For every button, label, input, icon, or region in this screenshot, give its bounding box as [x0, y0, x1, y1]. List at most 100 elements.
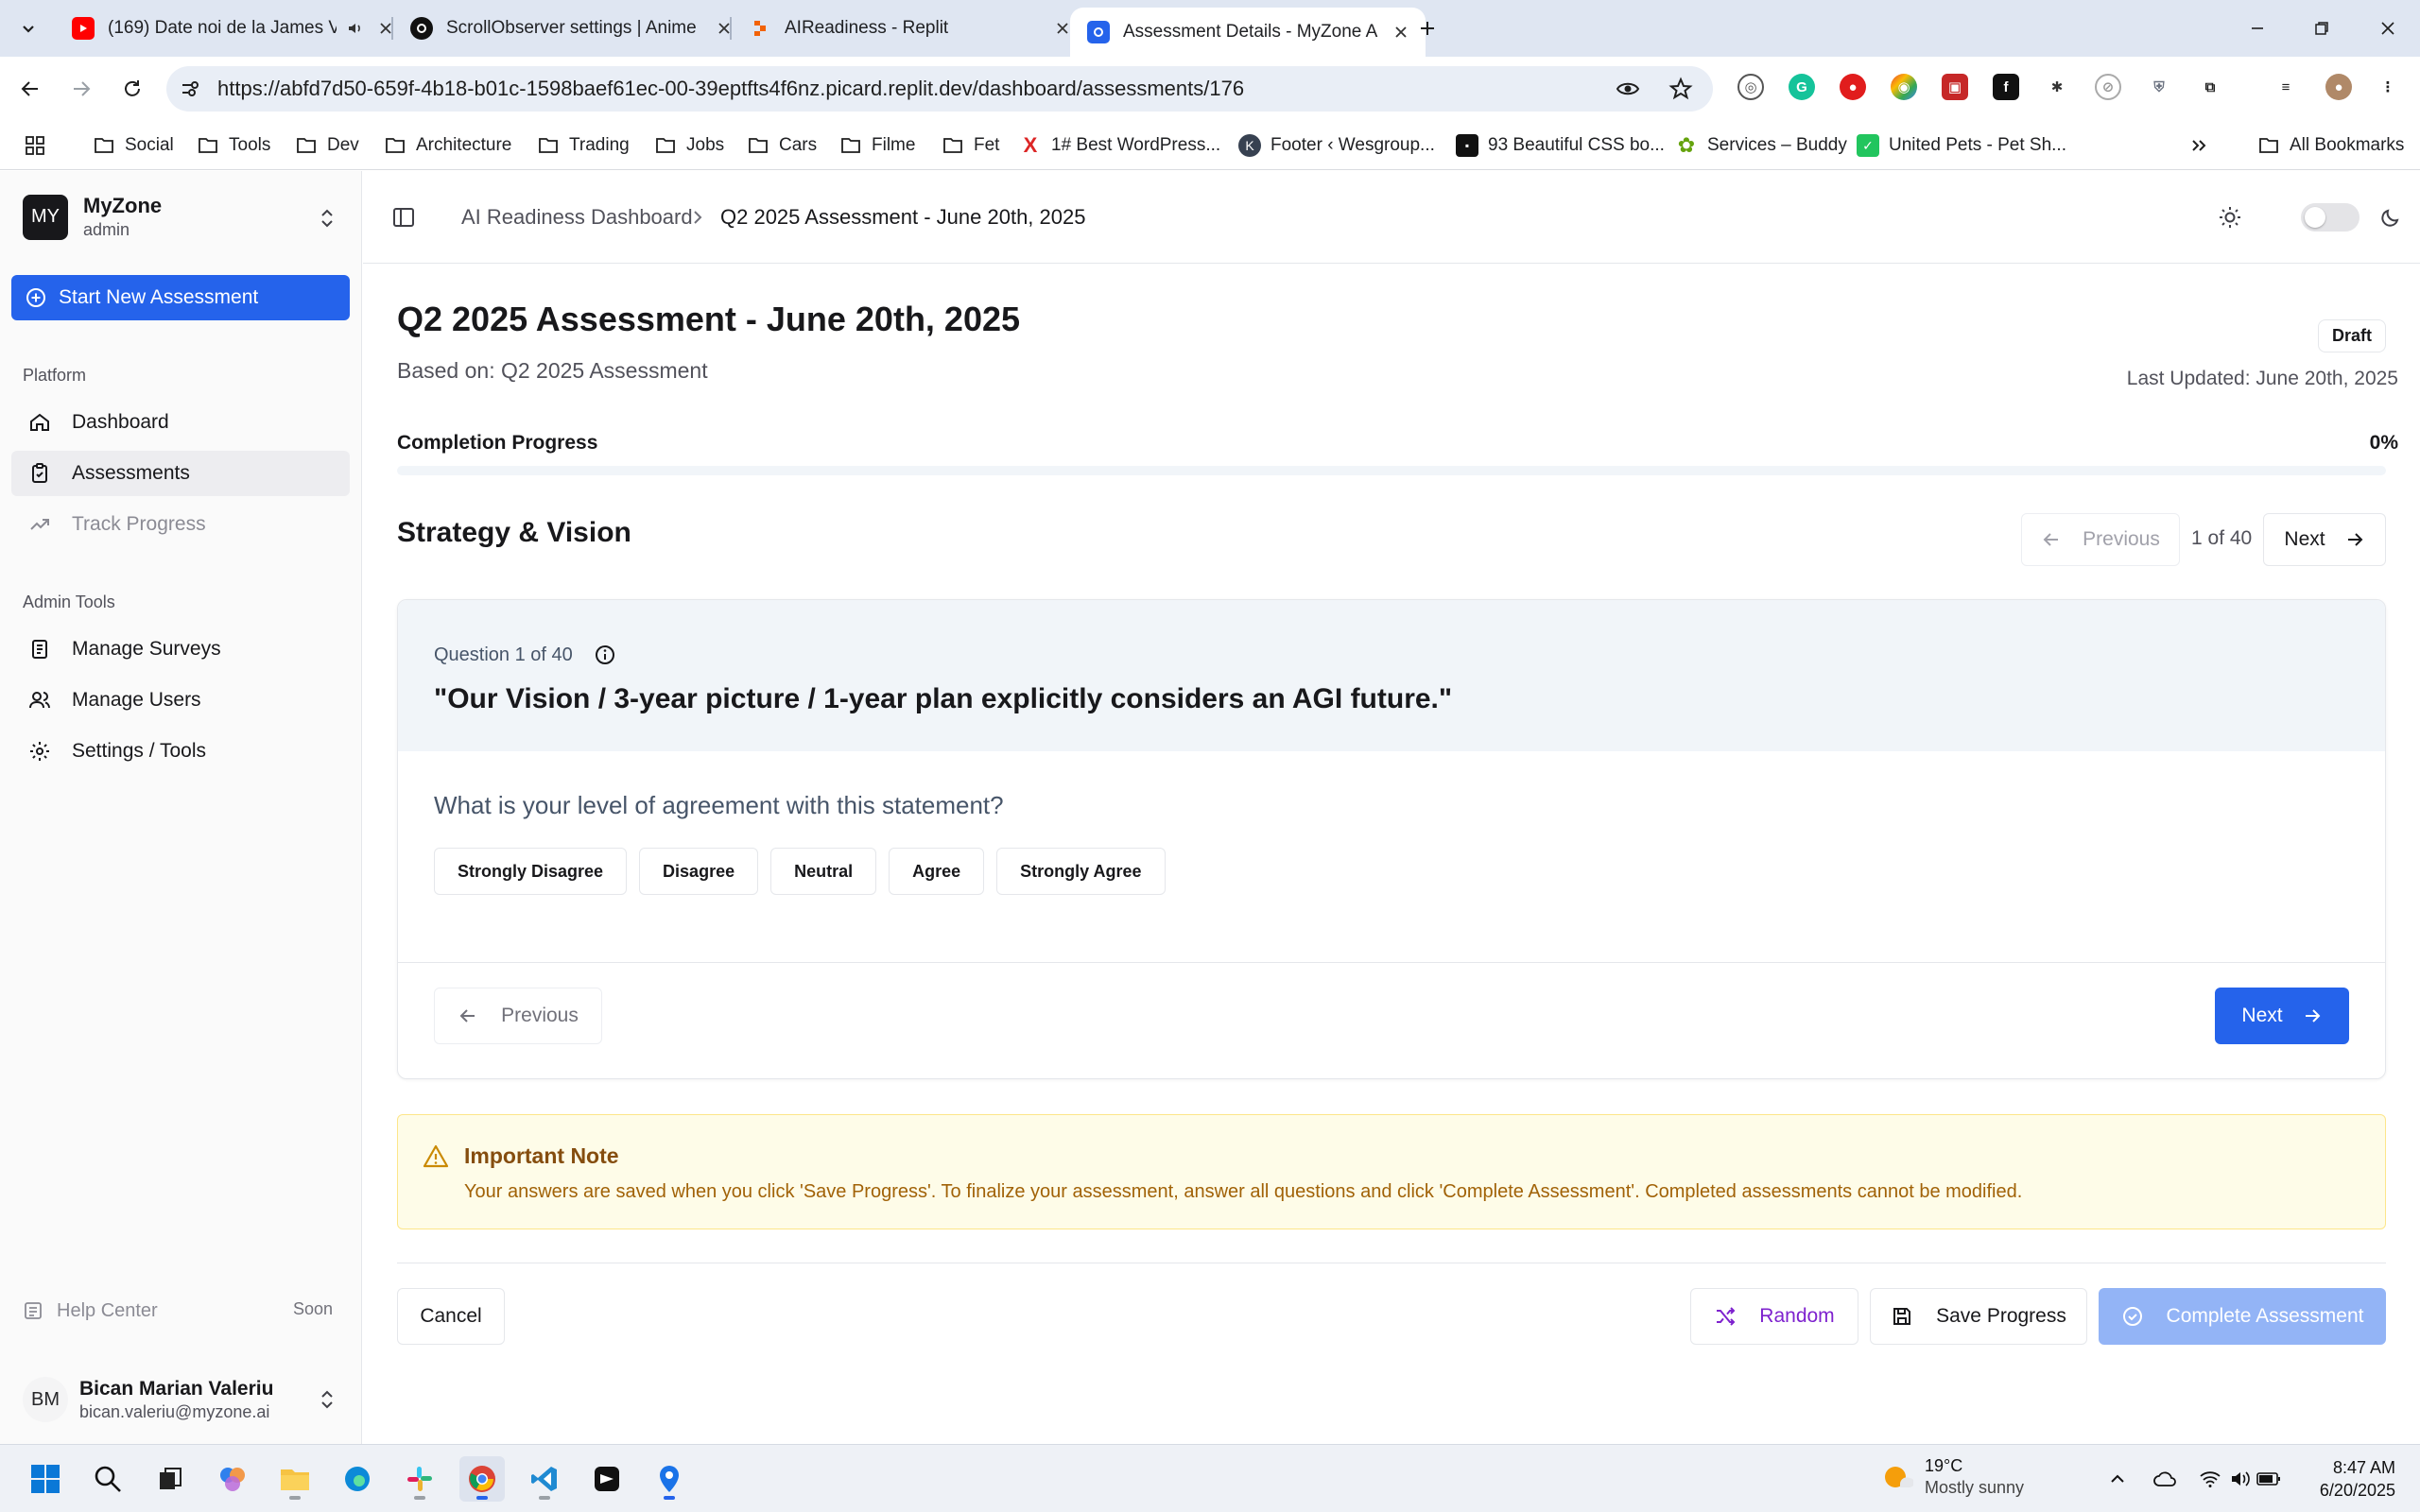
address-bar[interactable]: https://abfd7d50-659f-4b18-b01c-1598baef… [166, 66, 1713, 112]
forward-button[interactable] [64, 72, 98, 106]
question-next-button[interactable]: Next [2215, 988, 2349, 1044]
start-new-assessment-button[interactable]: Start New Assessment [11, 275, 350, 320]
cancel-button[interactable]: Cancel [397, 1288, 505, 1345]
folder-icon [654, 134, 677, 157]
vscode-icon[interactable] [522, 1456, 567, 1502]
pager-next-button[interactable]: Next [2263, 513, 2386, 566]
sidebar-item-track-progress[interactable]: Track Progress [11, 502, 350, 547]
volume-icon[interactable] [2227, 1466, 2254, 1492]
bug-icon[interactable]: ✱ [2044, 74, 2070, 100]
shield-icon[interactable]: ⛨ [2146, 74, 2172, 100]
tab-search-button[interactable] [13, 13, 43, 43]
bookmark-filme[interactable]: Filme [839, 130, 915, 161]
eye-icon[interactable] [1613, 74, 1643, 104]
slack-icon[interactable] [397, 1456, 442, 1502]
edge-icon[interactable] [335, 1456, 380, 1502]
sidebar-item-assessments[interactable]: Assessments [11, 451, 350, 496]
chevrons-up-down-icon[interactable] [316, 1388, 338, 1411]
bookmark-tools[interactable]: Tools [197, 130, 270, 161]
speaker-icon[interactable] [344, 17, 367, 40]
menu-dots-icon[interactable]: ⋮ [2375, 74, 2401, 100]
option-disagree[interactable]: Disagree [639, 848, 759, 895]
sidebar-item-dashboard[interactable]: Dashboard [11, 400, 350, 445]
star-icon[interactable] [1666, 74, 1696, 104]
sidebar-item-manage-users[interactable]: Manage Users [11, 678, 350, 723]
all-bookmarks[interactable]: All Bookmarks [2257, 130, 2404, 161]
puzzle-icon[interactable]: ⧉ [2197, 74, 2223, 100]
extension-icon[interactable]: ◎ [1737, 74, 1764, 100]
bookmark-cars[interactable]: Cars [747, 130, 817, 161]
copilot-icon[interactable] [210, 1456, 255, 1502]
bookmark-dev[interactable]: Dev [295, 130, 359, 161]
bookmark-jobs[interactable]: Jobs [654, 130, 724, 161]
bookmark-architecture[interactable]: Architecture [384, 130, 511, 161]
media-control-icon[interactable]: ≡ [2273, 74, 2299, 100]
windows-start-icon[interactable] [23, 1456, 68, 1502]
browser-tab[interactable]: (169) Date noi de la James V [55, 8, 410, 49]
extension-icon[interactable]: ● [1840, 74, 1866, 100]
file-explorer-icon[interactable] [272, 1456, 318, 1502]
bookmark-wordpress[interactable]: X 1# Best WordPress... [1019, 130, 1221, 161]
option-neutral[interactable]: Neutral [770, 848, 877, 895]
reload-button[interactable] [115, 72, 149, 106]
option-agree[interactable]: Agree [889, 848, 985, 895]
close-icon[interactable] [1390, 21, 1412, 43]
restore-button[interactable] [2303, 11, 2341, 45]
org-switcher[interactable]: MY MyZone admin [23, 194, 162, 240]
info-icon[interactable] [594, 644, 616, 666]
system-clock[interactable]: 8:47 AM 6/20/2025 [2320, 1456, 2395, 1502]
bookmark-trading[interactable]: Trading [537, 130, 630, 161]
bookmark-united-pets[interactable]: ✓ United Pets - Pet Sh... [1857, 130, 2066, 161]
task-view-icon[interactable] [147, 1456, 193, 1502]
random-button[interactable]: Random [1690, 1288, 1858, 1345]
browser-tab-active[interactable]: Assessment Details - MyZone A [1070, 8, 1426, 57]
site-settings-icon[interactable] [180, 78, 200, 99]
minimize-button[interactable] [2238, 11, 2276, 45]
browser-tab[interactable]: AIReadiness - Replit [732, 8, 1087, 49]
new-tab-button[interactable] [1412, 13, 1443, 43]
capcut-icon[interactable] [584, 1456, 630, 1502]
bookmark-fet[interactable]: Fet [942, 130, 999, 161]
sidebar-item-manage-surveys[interactable]: Manage Surveys [11, 627, 350, 672]
help-center-item[interactable]: Help Center Soon [23, 1294, 344, 1328]
cloud-icon[interactable] [2152, 1466, 2178, 1492]
grammarly-icon[interactable]: G [1789, 74, 1815, 100]
theme-toggle[interactable] [2301, 203, 2360, 232]
org-name: MyZone [83, 194, 163, 217]
save-icon [1893, 1308, 1911, 1325]
extension-icon[interactable]: ▣ [1942, 74, 1968, 100]
battery-icon[interactable] [2256, 1466, 2282, 1492]
pet-logo-icon: ✓ [1857, 134, 1879, 157]
browser-tab[interactable]: ScrollObserver settings | Anime [393, 8, 749, 49]
wifi-icon[interactable] [2197, 1466, 2223, 1492]
sidebar-item-settings[interactable]: Settings / Tools [11, 729, 350, 774]
complete-assessment-button[interactable]: Complete Assessment [2099, 1288, 2386, 1345]
compass-icon[interactable]: ⊘ [2095, 74, 2121, 100]
chrome-icon[interactable] [459, 1456, 505, 1502]
weather-widget[interactable]: 19°C Mostly sunny [1881, 1456, 2024, 1498]
bookmark-social[interactable]: Social [93, 130, 174, 161]
option-strongly-disagree[interactable]: Strongly Disagree [434, 848, 628, 895]
sidebar-toggle-icon[interactable] [391, 205, 416, 230]
chevrons-up-down-icon[interactable] [316, 207, 338, 230]
bookmark-buddy[interactable]: ✿ Services – Buddy [1675, 130, 1847, 161]
chevron-up-icon[interactable] [2104, 1466, 2131, 1492]
question-previous-button[interactable]: Previous [434, 988, 602, 1044]
bookmark-footer[interactable]: K Footer ‹ Wesgroup... [1238, 130, 1435, 161]
back-button[interactable] [13, 72, 47, 106]
apps-icon[interactable] [25, 130, 45, 161]
bookmark-css[interactable]: ▪ 93 Beautiful CSS bo... [1456, 130, 1665, 161]
avatar[interactable]: ● [2325, 74, 2352, 100]
close-window-button[interactable] [2369, 11, 2407, 45]
option-strongly-agree[interactable]: Strongly Agree [996, 848, 1166, 895]
font-icon[interactable]: f [1993, 74, 2019, 100]
color-picker-icon[interactable]: ◉ [1891, 74, 1917, 100]
breadcrumb-root[interactable]: AI Readiness Dashboard [461, 205, 693, 230]
save-progress-button[interactable]: Save Progress [1870, 1288, 2087, 1345]
pager-previous-button[interactable]: Previous [2021, 513, 2180, 566]
search-icon[interactable] [85, 1456, 130, 1502]
user-menu[interactable]: BM Bican Marian Valeriu bican.valeriu@my… [23, 1369, 344, 1430]
maps-icon[interactable] [647, 1456, 692, 1502]
url-text[interactable]: https://abfd7d50-659f-4b18-b01c-1598baef… [217, 77, 1244, 101]
bookmarks-overflow-icon[interactable] [2189, 130, 2208, 161]
